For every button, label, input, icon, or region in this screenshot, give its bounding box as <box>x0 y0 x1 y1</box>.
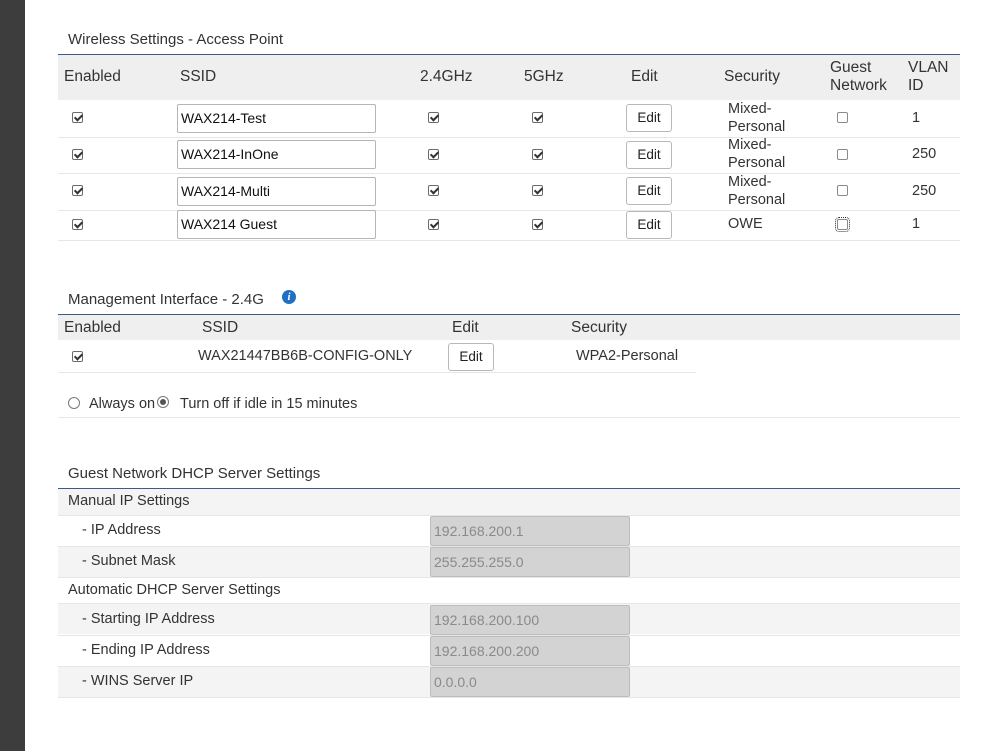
ending-ip-field[interactable]: 192.168.200.200 <box>430 636 630 666</box>
subnet-mask-field[interactable]: 255.255.255.0 <box>430 547 630 577</box>
col-vlan-header-line2: ID <box>908 77 924 94</box>
wins-server-field[interactable]: 0.0.0.0 <box>430 667 630 697</box>
row-divider <box>58 173 960 174</box>
turn-off-idle-radio[interactable] <box>157 396 169 408</box>
row4-ssid-input[interactable]: WAX214 Guest <box>177 210 376 239</box>
row1-security-line2: Personal <box>728 119 786 135</box>
dhcp-section-title: Guest Network DHCP Server Settings <box>68 465 321 482</box>
row2-24ghz-checkbox[interactable] <box>428 149 439 160</box>
row1-vlan-id: 1 <box>912 110 921 126</box>
row-divider <box>58 577 960 578</box>
left-sidebar-edge <box>0 0 25 751</box>
col-24ghz-header: 2.4GHz <box>420 68 473 85</box>
row4-security: OWE <box>728 216 763 232</box>
row4-vlan-id: 1 <box>912 216 921 232</box>
row1-24ghz-checkbox[interactable] <box>428 112 439 123</box>
row3-ssid-input[interactable]: WAX214-Multi <box>177 177 376 206</box>
row2-security-line2: Personal <box>728 155 786 171</box>
row3-security-line2: Personal <box>728 192 786 208</box>
mgmt-col-edit-header: Edit <box>452 319 479 336</box>
manual-ip-settings-label: Manual IP Settings <box>68 493 190 509</box>
manual-ip-group-row <box>58 489 960 515</box>
col-edit-header: Edit <box>631 68 658 85</box>
row2-enabled-checkbox[interactable] <box>72 149 83 160</box>
row2-vlan-id: 250 <box>912 146 937 162</box>
row2-ssid-input[interactable]: WAX214-InOne <box>177 140 376 169</box>
row2-guest-checkbox[interactable] <box>837 149 848 160</box>
col-5ghz-header: 5GHz <box>524 68 564 85</box>
wins-server-label: - WINS Server IP <box>82 673 194 689</box>
info-icon[interactable]: i <box>282 290 296 304</box>
row-divider <box>58 417 960 418</box>
mgmt-col-security-header: Security <box>571 319 627 336</box>
row4-edit-button[interactable]: Edit <box>626 211 672 239</box>
col-security-header: Security <box>724 68 780 85</box>
row2-edit-button[interactable]: Edit <box>626 141 672 169</box>
row3-vlan-id: 250 <box>912 183 937 199</box>
management-header-row <box>58 315 960 340</box>
row2-security-line1: Mixed- <box>728 137 772 153</box>
mgmt-col-enabled-header: Enabled <box>64 319 121 336</box>
row3-guest-checkbox[interactable] <box>837 185 848 196</box>
col-vlan-header-line1: VLAN <box>908 59 949 76</box>
row-divider <box>58 697 960 698</box>
row4-guest-checkbox[interactable] <box>835 217 850 232</box>
starting-ip-label: - Starting IP Address <box>82 611 215 627</box>
row2-5ghz-checkbox[interactable] <box>532 149 543 160</box>
row4-enabled-checkbox[interactable] <box>72 219 83 230</box>
col-guest-network-header-line1: Guest <box>830 59 872 76</box>
ip-address-label: - IP Address <box>82 522 161 538</box>
starting-ip-field[interactable]: 192.168.200.100 <box>430 605 630 635</box>
mgmt-ssid: WAX21447BB6B-CONFIG-ONLY <box>198 348 413 364</box>
subnet-mask-label: - Subnet Mask <box>82 553 176 569</box>
row1-guest-checkbox[interactable] <box>837 112 848 123</box>
row3-edit-button[interactable]: Edit <box>626 177 672 205</box>
row3-enabled-checkbox[interactable] <box>72 185 83 196</box>
mgmt-enabled-checkbox[interactable] <box>72 351 83 362</box>
row1-ssid-input[interactable]: WAX214-Test <box>177 104 376 133</box>
mgmt-security: WPA2-Personal <box>576 348 679 364</box>
row4-5ghz-checkbox[interactable] <box>532 219 543 230</box>
row-divider <box>58 240 960 241</box>
col-enabled-header: Enabled <box>64 68 121 85</box>
col-ssid-header: SSID <box>180 68 217 85</box>
row3-24ghz-checkbox[interactable] <box>428 185 439 196</box>
always-on-radio[interactable] <box>68 397 80 409</box>
management-section-title: Management Interface - 2.4G <box>68 291 264 308</box>
row1-edit-button[interactable]: Edit <box>626 104 672 132</box>
row4-24ghz-checkbox[interactable] <box>428 219 439 230</box>
turn-off-idle-label: Turn off if idle in 15 minutes <box>180 396 358 412</box>
row1-enabled-checkbox[interactable] <box>72 112 83 123</box>
row1-5ghz-checkbox[interactable] <box>532 112 543 123</box>
row3-5ghz-checkbox[interactable] <box>532 185 543 196</box>
row-divider <box>58 372 696 373</box>
row-divider <box>58 137 960 138</box>
always-on-label: Always on <box>89 396 156 412</box>
ip-address-field[interactable]: 192.168.200.1 <box>430 516 630 546</box>
auto-dhcp-settings-label: Automatic DHCP Server Settings <box>68 582 281 598</box>
row3-security-line1: Mixed- <box>728 174 772 190</box>
row1-security-line1: Mixed- <box>728 101 772 117</box>
ending-ip-label: - Ending IP Address <box>82 642 210 658</box>
wireless-section-title: Wireless Settings - Access Point <box>68 31 284 48</box>
mgmt-edit-button[interactable]: Edit <box>448 343 494 371</box>
mgmt-col-ssid-header: SSID <box>202 319 239 336</box>
col-guest-network-header-line2: Network <box>830 77 887 94</box>
